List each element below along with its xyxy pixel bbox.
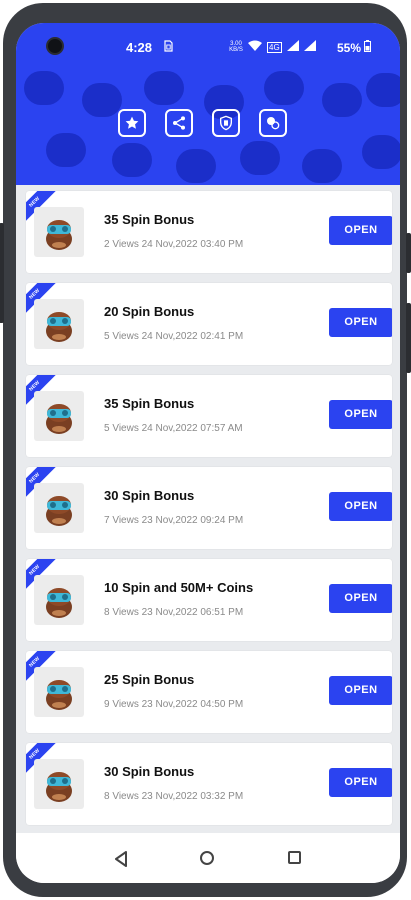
item-title: 25 Spin Bonus <box>104 672 195 687</box>
list-item[interactable]: NEW 35 Spin Bonus 5 Views 24 Nov,2022 07… <box>26 375 392 457</box>
header-pattern <box>24 71 64 105</box>
sim-card-icon <box>164 40 173 55</box>
battery-status: 55% <box>337 40 372 55</box>
battery-level: 55% <box>337 40 362 55</box>
open-button[interactable]: OPEN <box>329 676 392 705</box>
chat-icon[interactable] <box>259 109 287 137</box>
item-title: 20 Spin Bonus <box>104 304 195 319</box>
open-button[interactable]: OPEN <box>329 492 392 521</box>
header-pattern <box>46 133 86 167</box>
item-title: 30 Spin Bonus <box>104 488 195 503</box>
open-button[interactable]: OPEN <box>329 216 392 245</box>
wifi-icon <box>248 40 262 54</box>
data-speed: 3.00 KB/S <box>229 41 243 53</box>
header-pattern <box>302 149 342 183</box>
list-item[interactable]: NEW 30 Spin Bonus 8 Views 23 Nov,2022 03… <box>26 743 392 825</box>
list-item[interactable]: NEW 35 Spin Bonus 2 Views 24 Nov,2022 03… <box>26 191 392 273</box>
coin-master-thumbnail <box>34 667 84 717</box>
item-title: 10 Spin and 50M+ Coins <box>104 580 254 595</box>
coin-master-thumbnail <box>34 575 84 625</box>
open-button[interactable]: OPEN <box>329 584 392 613</box>
item-title: 35 Spin Bonus <box>104 212 195 227</box>
volume-button <box>406 233 411 273</box>
privacy-icon[interactable] <box>212 109 240 137</box>
network-badge: 4G <box>267 41 282 53</box>
recents-icon[interactable] <box>288 851 301 864</box>
header: 4:28 3.00 KB/S 4G 55% <box>16 23 400 185</box>
signal-icon <box>286 40 299 54</box>
network-label: 4G <box>269 42 280 52</box>
home-icon[interactable] <box>200 851 214 865</box>
open-button[interactable]: OPEN <box>329 768 392 797</box>
status-icons: 3.00 KB/S 4G <box>229 40 316 54</box>
coin-master-thumbnail <box>34 391 84 441</box>
list-item[interactable]: NEW 25 Spin Bonus 9 Views 23 Nov,2022 04… <box>26 651 392 733</box>
header-pattern <box>240 141 280 175</box>
star-icon[interactable] <box>118 109 146 137</box>
status-bar: 4:28 3.00 KB/S 4G 55% <box>16 23 400 71</box>
item-meta: 5 Views 24 Nov,2022 02:41 PM <box>104 331 244 342</box>
power-button <box>0 223 4 323</box>
item-meta: 5 Views 24 Nov,2022 07:57 AM <box>104 423 243 434</box>
signal-icon <box>303 40 316 54</box>
coin-master-thumbnail <box>34 299 84 349</box>
coin-master-thumbnail <box>34 483 84 533</box>
item-meta: 8 Views 23 Nov,2022 06:51 PM <box>104 607 244 618</box>
item-meta: 2 Views 24 Nov,2022 03:40 PM <box>104 239 244 250</box>
phone-frame: 4:28 3.00 KB/S 4G 55% NEW 35 Spin Bonus … <box>0 3 411 897</box>
list-item[interactable]: NEW 30 Spin Bonus 7 Views 23 Nov,2022 09… <box>26 467 392 549</box>
navigation-bar <box>16 833 400 883</box>
item-meta: 8 Views 23 Nov,2022 03:32 PM <box>104 791 244 802</box>
volume-button <box>406 303 411 373</box>
header-pattern <box>82 83 122 117</box>
status-time: 4:28 <box>126 40 153 55</box>
header-pattern <box>176 149 216 183</box>
bonus-list: NEW 35 Spin Bonus 2 Views 24 Nov,2022 03… <box>16 185 400 833</box>
open-button[interactable]: OPEN <box>329 400 392 429</box>
header-pattern <box>362 135 400 169</box>
coin-master-thumbnail <box>34 759 84 809</box>
header-pattern <box>264 71 304 105</box>
camera-cutout <box>46 37 64 55</box>
header-pattern <box>144 71 184 105</box>
item-title: 30 Spin Bonus <box>104 764 195 779</box>
battery-icon <box>364 40 372 55</box>
item-meta: 7 Views 23 Nov,2022 09:24 PM <box>104 515 244 526</box>
screen: 4:28 3.00 KB/S 4G 55% NEW 35 Spin Bonus … <box>16 23 400 883</box>
header-pattern <box>322 83 362 117</box>
list-item[interactable]: NEW 20 Spin Bonus 5 Views 24 Nov,2022 02… <box>26 283 392 365</box>
open-button[interactable]: OPEN <box>329 308 392 337</box>
back-icon[interactable] <box>114 851 128 872</box>
item-title: 35 Spin Bonus <box>104 396 195 411</box>
item-meta: 9 Views 23 Nov,2022 04:50 PM <box>104 699 244 710</box>
header-pattern <box>366 73 400 107</box>
header-pattern <box>112 143 152 177</box>
list-item[interactable]: NEW 10 Spin and 50M+ Coins 8 Views 23 No… <box>26 559 392 641</box>
coin-master-thumbnail <box>34 207 84 257</box>
share-icon[interactable] <box>165 109 193 137</box>
header-toolbar <box>118 109 287 137</box>
